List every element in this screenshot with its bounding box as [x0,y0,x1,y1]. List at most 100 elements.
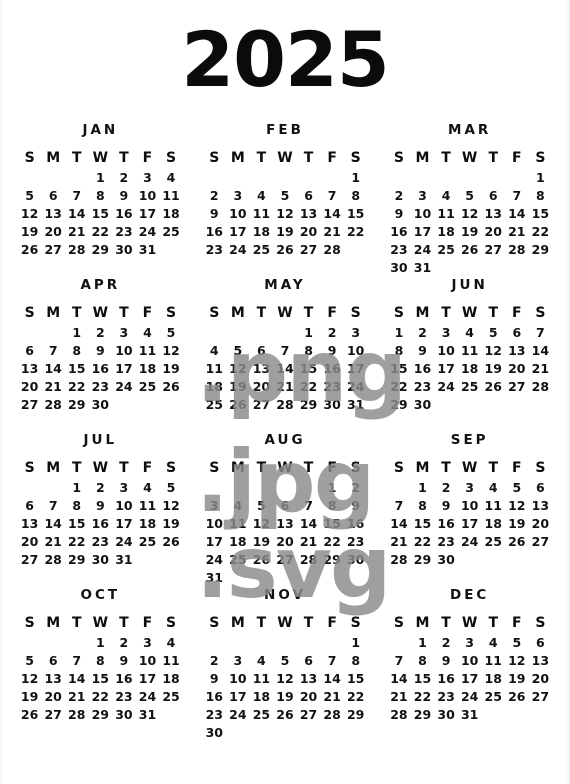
day-cell[interactable]: 27 [481,241,505,258]
day-cell[interactable]: 17 [344,360,368,377]
day-cell[interactable]: 9 [434,497,458,514]
day-cell[interactable]: 1 [89,634,113,651]
day-cell[interactable]: 7 [41,497,65,514]
day-cell[interactable]: 23 [320,378,344,395]
day-cell[interactable]: 28 [320,706,344,723]
day-cell[interactable]: 25 [226,551,250,568]
day-cell[interactable]: 10 [112,342,136,359]
day-cell[interactable]: 20 [41,688,65,705]
day-cell[interactable]: 27 [250,396,274,413]
day-cell[interactable]: 21 [41,378,65,395]
day-cell[interactable]: 18 [481,670,505,687]
day-cell[interactable]: 13 [41,205,65,222]
day-cell[interactable]: 19 [18,223,42,240]
day-cell[interactable]: 21 [273,378,297,395]
day-cell[interactable]: 3 [226,187,250,204]
day-cell[interactable]: 21 [320,688,344,705]
day-cell[interactable]: 13 [529,497,553,514]
day-cell[interactable]: 2 [434,479,458,496]
day-cell[interactable]: 30 [112,706,136,723]
day-cell[interactable]: 4 [159,169,183,186]
day-cell[interactable]: 6 [529,634,553,651]
day-cell[interactable]: 14 [320,670,344,687]
day-cell[interactable]: 9 [434,652,458,669]
day-cell[interactable]: 24 [226,706,250,723]
day-cell[interactable]: 15 [344,205,368,222]
day-cell[interactable]: 13 [297,670,321,687]
day-cell[interactable]: 15 [89,670,113,687]
day-cell[interactable]: 29 [297,396,321,413]
day-cell[interactable]: 12 [458,205,482,222]
day-cell[interactable]: 7 [273,342,297,359]
day-cell[interactable]: 22 [344,688,368,705]
day-cell[interactable]: 30 [411,396,435,413]
day-cell[interactable]: 11 [458,342,482,359]
day-cell[interactable]: 1 [65,479,89,496]
day-cell[interactable]: 25 [481,688,505,705]
day-cell[interactable]: 2 [202,652,226,669]
day-cell[interactable]: 5 [226,342,250,359]
day-cell[interactable]: 2 [202,187,226,204]
day-cell[interactable]: 23 [89,378,113,395]
day-cell[interactable]: 10 [434,342,458,359]
day-cell[interactable]: 27 [297,241,321,258]
day-cell[interactable]: 19 [18,688,42,705]
day-cell[interactable]: 18 [226,533,250,550]
day-cell[interactable]: 15 [387,360,411,377]
day-cell[interactable]: 24 [411,241,435,258]
day-cell[interactable]: 6 [273,497,297,514]
day-cell[interactable]: 16 [89,360,113,377]
day-cell[interactable]: 11 [159,652,183,669]
day-cell[interactable]: 6 [18,342,42,359]
day-cell[interactable]: 11 [250,670,274,687]
day-cell[interactable]: 1 [344,169,368,186]
day-cell[interactable]: 13 [505,342,529,359]
day-cell[interactable]: 18 [159,670,183,687]
day-cell[interactable]: 20 [273,533,297,550]
day-cell[interactable]: 28 [529,378,553,395]
day-cell[interactable]: 18 [159,205,183,222]
day-cell[interactable]: 30 [202,724,226,741]
day-cell[interactable]: 24 [136,688,160,705]
day-cell[interactable]: 6 [250,342,274,359]
day-cell[interactable]: 16 [434,515,458,532]
day-cell[interactable]: 4 [250,187,274,204]
day-cell[interactable]: 26 [250,551,274,568]
day-cell[interactable]: 1 [65,324,89,341]
day-cell[interactable]: 3 [458,479,482,496]
day-cell[interactable]: 16 [202,223,226,240]
day-cell[interactable]: 8 [387,342,411,359]
day-cell[interactable]: 8 [344,187,368,204]
day-cell[interactable]: 18 [136,515,160,532]
day-cell[interactable]: 20 [529,515,553,532]
day-cell[interactable]: 19 [273,688,297,705]
day-cell[interactable]: 13 [297,205,321,222]
day-cell[interactable]: 2 [112,634,136,651]
day-cell[interactable]: 22 [89,223,113,240]
day-cell[interactable]: 26 [481,378,505,395]
day-cell[interactable]: 8 [297,342,321,359]
day-cell[interactable]: 14 [65,205,89,222]
day-cell[interactable]: 25 [458,378,482,395]
day-cell[interactable]: 16 [434,670,458,687]
day-cell[interactable]: 25 [159,223,183,240]
day-cell[interactable]: 2 [411,324,435,341]
day-cell[interactable]: 9 [89,497,113,514]
day-cell[interactable]: 23 [434,688,458,705]
day-cell[interactable]: 15 [65,515,89,532]
day-cell[interactable]: 13 [18,360,42,377]
day-cell[interactable]: 28 [387,706,411,723]
day-cell[interactable]: 29 [411,551,435,568]
day-cell[interactable]: 5 [273,652,297,669]
day-cell[interactable]: 28 [505,241,529,258]
day-cell[interactable]: 25 [202,396,226,413]
day-cell[interactable]: 11 [226,515,250,532]
day-cell[interactable]: 17 [458,670,482,687]
day-cell[interactable]: 13 [529,652,553,669]
day-cell[interactable]: 19 [458,223,482,240]
day-cell[interactable]: 2 [112,169,136,186]
day-cell[interactable]: 1 [344,634,368,651]
day-cell[interactable]: 10 [458,497,482,514]
day-cell[interactable]: 20 [18,533,42,550]
day-cell[interactable]: 13 [41,670,65,687]
